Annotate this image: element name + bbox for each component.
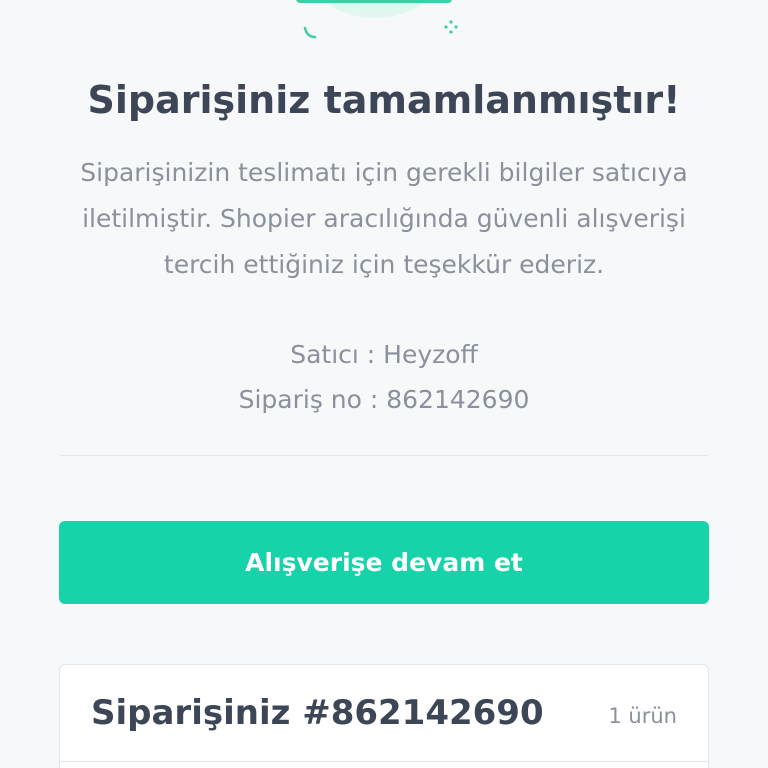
sparkle-arc-icon: [303, 26, 317, 39]
order-item-count: 1 ürün: [608, 704, 677, 728]
order-summary-header[interactable]: Siparişiniz #862142690 1 ürün: [60, 665, 708, 761]
success-check-illustration: [296, 0, 458, 39]
confirmation-message: Siparişinizin teslimatı için gerekli bil…: [80, 158, 688, 279]
order-summary-title: Siparişiniz #862142690: [91, 693, 544, 733]
page-title: Siparişiniz tamamlanmıştır!: [87, 78, 681, 122]
order-card-divider: [60, 761, 708, 762]
sparkle-plus-icon: [444, 20, 458, 34]
section-divider: [60, 455, 708, 456]
order-summary-card: Siparişiniz #862142690 1 ürün: [59, 664, 709, 768]
order-confirmation-page: Siparişiniz tamamlanmıştır! Siparişinizi…: [0, 0, 768, 768]
order-number-info: Sipariş no : 862142690: [238, 385, 530, 414]
continue-shopping-button[interactable]: Alışverişe devam et: [59, 521, 709, 604]
seller-info: Satıcı : Heyzoff: [290, 340, 478, 369]
illustration-bar: [296, 0, 452, 3]
